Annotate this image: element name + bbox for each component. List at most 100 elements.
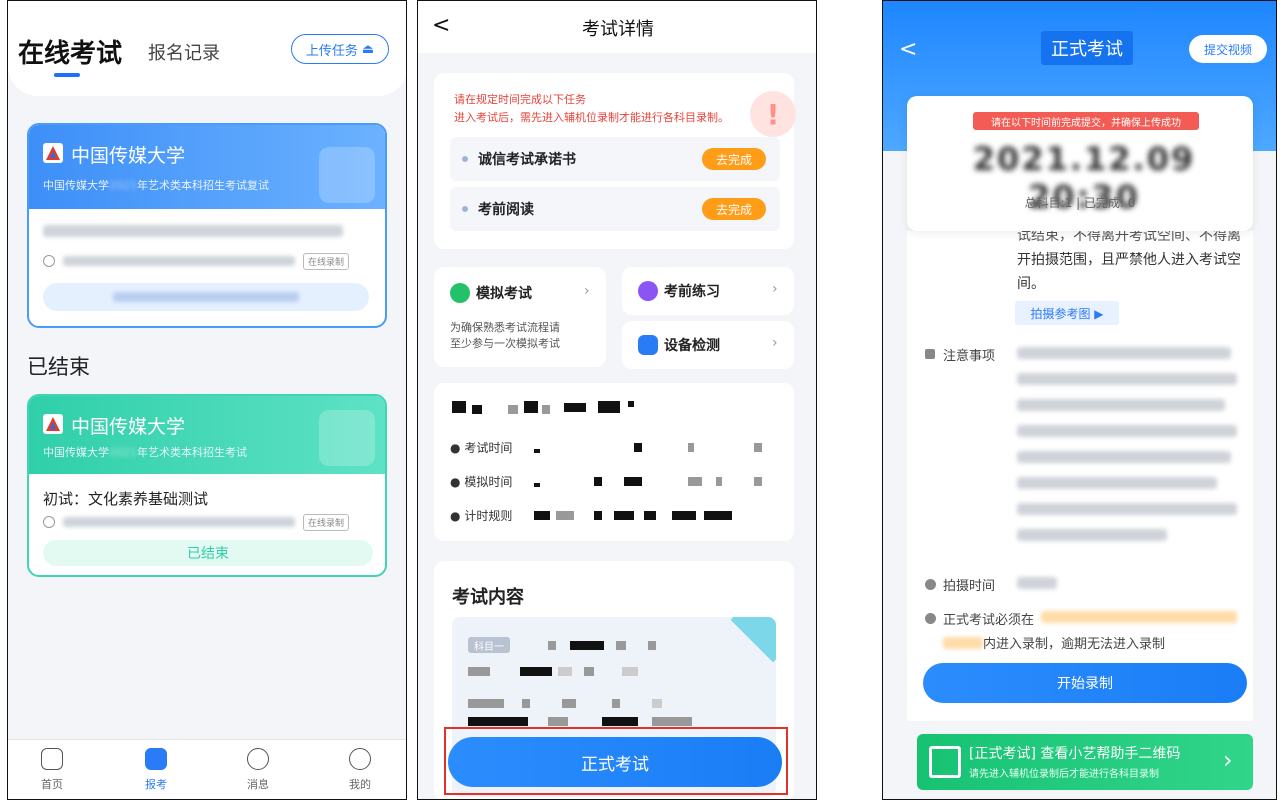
formal-exam-screen: < 正式考试 提交视频 试结束，不得离开考试空间、不得离 开拍摄范围，且严禁他人… [882, 0, 1277, 800]
exam-list-screen: 在线考试 报名记录 上传任务 ⏏ 中国传媒大学 中国传媒大学2021年艺术类本科… [7, 0, 407, 800]
notice-line-2: 进入考试后，需先进入辅机位录制才能进行各科目录制。 [454, 111, 729, 124]
nav-home[interactable]: 首页 [22, 748, 82, 792]
recording-type-tag: 在线录制 [303, 253, 350, 270]
mock-exam-card[interactable]: 模拟考试 › 为确保熟悉考试流程请 至少参与一次模拟考试 [434, 267, 606, 367]
qr-code-icon [929, 746, 961, 778]
task-label: 考前阅读 [478, 202, 534, 218]
start-recording-button[interactable]: 开始录制 [923, 663, 1247, 703]
practice-title: 考前练习 [664, 284, 720, 300]
instruction-text-2: 开拍摄范围，且严禁他人进入考试空 [1017, 252, 1241, 268]
page-title: 考试详情 [582, 19, 654, 40]
submit-video-button[interactable]: 提交视频 [1189, 35, 1267, 63]
exam-subtitle: 中国传媒大学2021年艺术类本科招生考试 [43, 446, 247, 459]
university-logo-icon [43, 414, 63, 434]
notice-line-1: 请在规定时间完成以下任务 [454, 93, 586, 106]
upload-icon: ⏏ [361, 41, 375, 57]
exam-open-time-pill[interactable] [43, 283, 369, 311]
exam-detail-screen: 考试详情 < 请在规定时间完成以下任务 进入考试后，需先进入辅机位录制才能进行各… [417, 0, 817, 800]
complete-reading-button[interactable]: 去完成 [702, 198, 766, 220]
warning-icon: ! [750, 91, 796, 137]
must-label: 正式考试必须在 [943, 613, 1035, 628]
mock-exam-title: 模拟考试 [476, 286, 532, 302]
active-tab-indicator [54, 73, 80, 77]
mock-exam-icon [450, 283, 470, 303]
instruction-text-3: 间。 [1017, 276, 1045, 292]
formal-exam-button[interactable]: 正式考试 [448, 737, 782, 787]
task-card: 请在规定时间完成以下任务 进入考试后，需先进入辅机位录制才能进行各科目录制。 !… [434, 73, 796, 249]
complete-pledge-button[interactable]: 去完成 [702, 148, 766, 170]
exam-status-ended: 已结束 [43, 540, 373, 566]
device-check-card[interactable]: 设备检测 › [622, 321, 794, 369]
apply-icon [145, 748, 167, 770]
nav-apply[interactable]: 报考 [126, 748, 186, 792]
device-icon [638, 335, 658, 355]
page-title: 在线考试 [18, 39, 123, 69]
exam-name-redacted [43, 225, 343, 237]
exam-info-card: ● 考试时间 ● 模拟时间 ● 计时规则 [434, 383, 794, 541]
alert-icon [925, 613, 936, 624]
practice-card[interactable]: 考前练习 › [622, 267, 794, 315]
back-icon[interactable]: < [432, 13, 450, 38]
practice-play-icon [638, 281, 658, 301]
shoot-time-label: 拍摄时间 [943, 579, 996, 594]
content-title: 考试内容 [452, 587, 524, 608]
exam-card-active[interactable]: 中国传媒大学 中国传媒大学2021年艺术类本科招生考试复试 在线录制 [27, 123, 387, 328]
exam-title-redacted [452, 401, 752, 415]
deadline-notice-tag: 请在以下时间前完成提交，并确保上传成功 [973, 112, 1199, 130]
bullet-icon [462, 206, 468, 212]
must-line-2: 内进入录制，逾期无法进入录制 [983, 637, 1166, 652]
open-time-redacted [113, 292, 299, 302]
clock-icon [43, 516, 55, 528]
nav-profile[interactable]: 我的 [330, 748, 390, 792]
clock-icon [925, 579, 936, 590]
clock-icon [43, 255, 55, 267]
exam-time-redacted [63, 517, 295, 527]
play-icon [319, 410, 375, 466]
ended-section-title: 已结束 [27, 355, 90, 379]
exam-subtitle: 中国传媒大学2021年艺术类本科招生考试复试 [43, 179, 269, 192]
tab-registration-records[interactable]: 报名记录 [148, 39, 220, 65]
subject-totals: 总科目:1 | 已完成: 0 [1024, 196, 1136, 210]
info-row-exam-time: ● 考试时间 [450, 441, 513, 455]
exam-card-ended[interactable]: 中国传媒大学 中国传媒大学2021年艺术类本科招生考试 初试：文化素养基础测试 … [27, 394, 387, 577]
mock-exam-desc-1: 为确保熟悉考试流程请 [450, 321, 560, 334]
bottom-navigation: 首页 报考 消息 我的 [8, 739, 406, 799]
home-icon [41, 748, 63, 770]
chevron-right-icon: › [584, 283, 590, 299]
qr-banner-subtitle: 请先进入辅机位录制后才能进行各科目录制 [969, 769, 1159, 780]
profile-icon [349, 748, 371, 770]
mock-exam-desc-2: 至少参与一次模拟考试 [450, 337, 560, 350]
chevron-right-icon: › [1223, 746, 1233, 774]
task-row-reading: 考前阅读 去完成 [450, 187, 780, 231]
subject-tag: 科目一 [468, 637, 510, 653]
university-name: 中国传媒大学 [71, 416, 186, 438]
qr-banner-title: [正式考试] 查看小艺帮助手二维码 [969, 746, 1181, 762]
message-icon [247, 748, 269, 770]
deadline-summary-card: 请在以下时间前完成提交，并确保上传成功 2021.12.09 20:30 总科目… [907, 96, 1253, 231]
upload-task-button[interactable]: 上传任务 ⏏ [291, 34, 389, 64]
clock-icon: ● [450, 509, 461, 523]
info-row-timing-rule: ● 计时规则 [450, 509, 513, 523]
exam-time-redacted [63, 256, 295, 266]
upload-task-label: 上传任务 [305, 43, 358, 59]
play-icon [319, 147, 375, 203]
corner-ribbon [730, 617, 776, 663]
reference-image-button[interactable]: 拍摄参考图 ▶ [1015, 301, 1119, 325]
recording-type-tag: 在线录制 [303, 514, 350, 531]
bullet-icon [462, 156, 468, 162]
clock-icon: ● [450, 475, 461, 489]
university-logo-icon [43, 143, 63, 163]
chevron-right-icon: › [772, 281, 778, 297]
notice-icon [925, 349, 935, 359]
university-name: 中国传媒大学 [71, 145, 186, 167]
notice-label: 注意事项 [943, 349, 996, 364]
chevron-right-icon: › [772, 335, 778, 351]
page-title: 正式考试 [1041, 31, 1133, 65]
back-icon[interactable]: < [899, 37, 917, 62]
device-check-title: 设备检测 [664, 338, 720, 354]
clock-icon: ● [450, 441, 461, 455]
nav-messages[interactable]: 消息 [228, 748, 288, 792]
exam-name: 初试：文化素养基础测试 [43, 490, 209, 508]
qr-helper-banner[interactable]: [正式考试] 查看小艺帮助手二维码 请先进入辅机位录制后才能进行各科目录制 › [917, 734, 1253, 790]
task-label: 诚信考试承诺书 [478, 152, 576, 168]
